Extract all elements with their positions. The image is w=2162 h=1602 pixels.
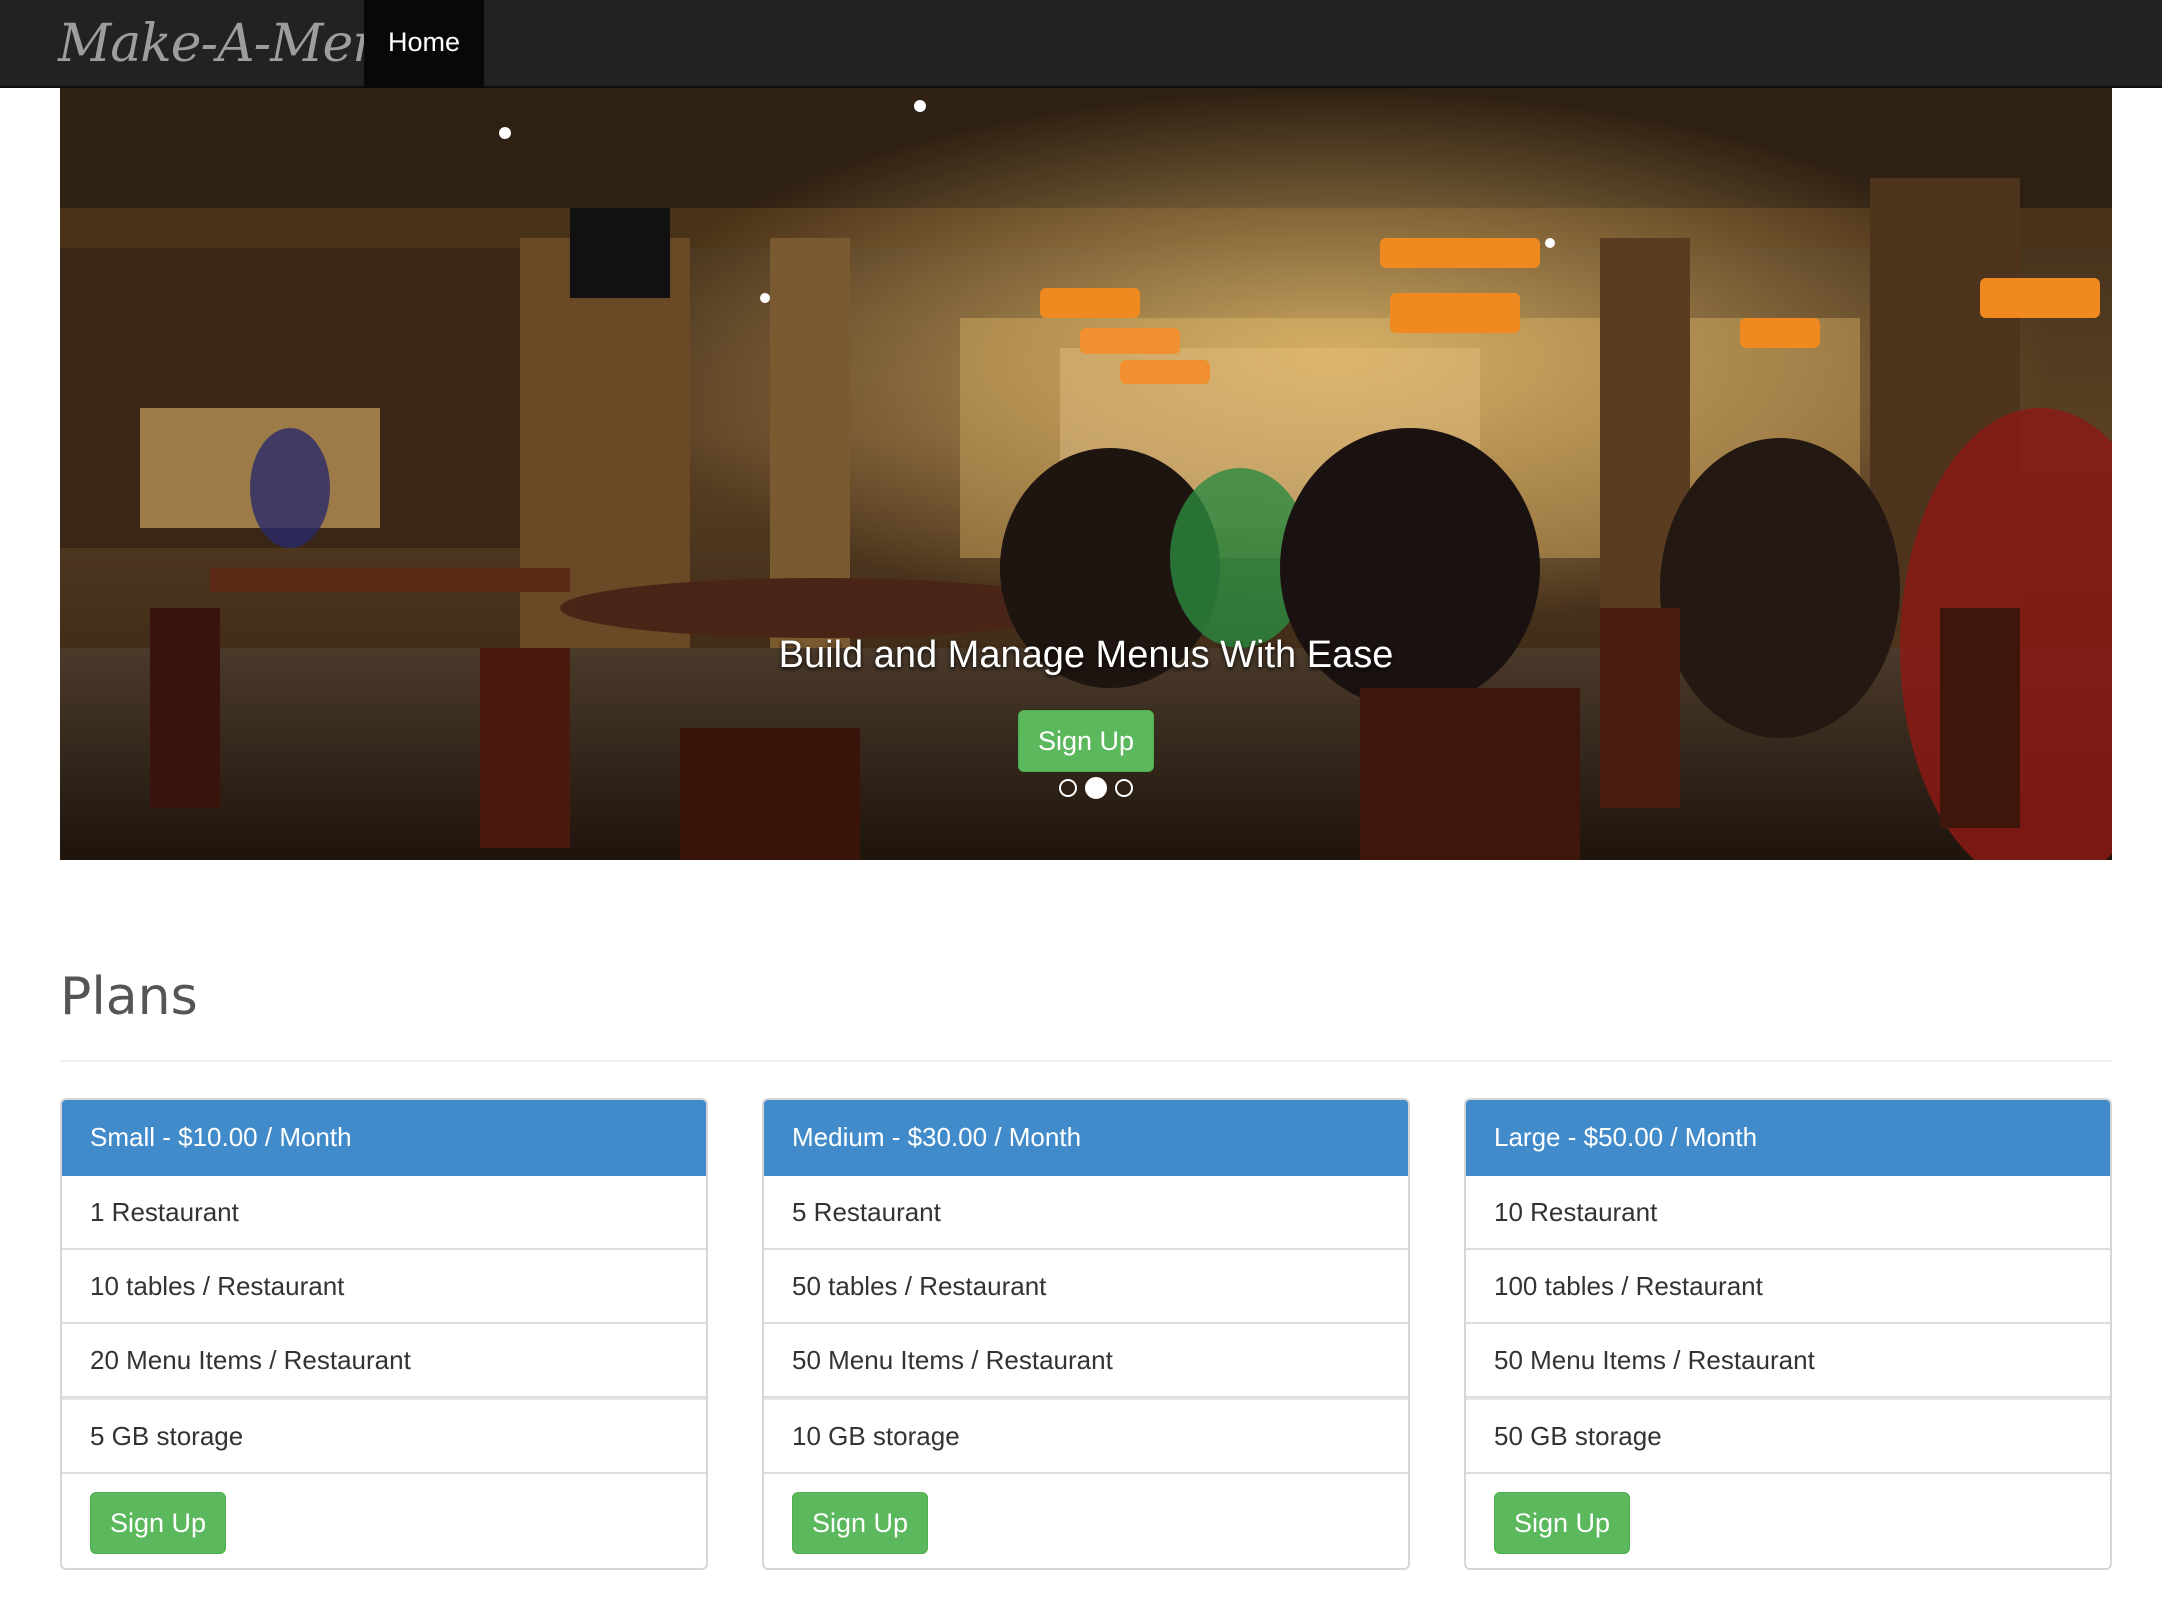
plans-divider xyxy=(60,1060,2112,1062)
brand-logo[interactable]: Make-A-Menu! xyxy=(58,6,438,82)
plan-footer: Sign Up xyxy=(1466,1474,2110,1568)
carousel-indicator-1[interactable] xyxy=(1059,779,1077,797)
plan-feature-tables: 10 tables / Restaurant xyxy=(62,1250,706,1324)
plan-panel-large: Large - $50.00 / Month 10 Restaurant 100… xyxy=(1464,1098,2112,1570)
plan-feature-storage: 10 GB storage xyxy=(764,1398,1408,1474)
plan-feature-restaurants: 10 Restaurant xyxy=(1466,1176,2110,1250)
plan-feature-restaurants: 1 Restaurant xyxy=(62,1176,706,1250)
plan-heading: Medium - $30.00 / Month xyxy=(764,1100,1408,1176)
plan-panel-small: Small - $10.00 / Month 1 Restaurant 10 t… xyxy=(60,1098,708,1570)
plan-footer: Sign Up xyxy=(764,1474,1408,1568)
plan-panel-medium: Medium - $30.00 / Month 5 Restaurant 50 … xyxy=(762,1098,1410,1570)
carousel-heading: Build and Manage Menus With Ease xyxy=(778,634,1394,676)
carousel-indicator-3[interactable] xyxy=(1115,779,1133,797)
signup-small-button[interactable]: Sign Up xyxy=(90,1492,226,1554)
plan-feature-tables: 100 tables / Restaurant xyxy=(1466,1250,2110,1324)
plan-feature-menu-items: 50 Menu Items / Restaurant xyxy=(1466,1324,2110,1398)
carousel-indicator-2[interactable] xyxy=(1085,777,1107,799)
hero-carousel[interactable]: Build and Manage Menus With Ease Sign Up xyxy=(60,88,2112,860)
plan-feature-tables: 50 tables / Restaurant xyxy=(764,1250,1408,1324)
carousel-signup-button[interactable]: Sign Up xyxy=(1018,710,1154,772)
plan-feature-storage: 5 GB storage xyxy=(62,1398,706,1474)
plan-feature-restaurants: 5 Restaurant xyxy=(764,1176,1408,1250)
plan-feature-storage: 50 GB storage xyxy=(1466,1398,2110,1474)
signup-medium-button[interactable]: Sign Up xyxy=(792,1492,928,1554)
plan-footer: Sign Up xyxy=(62,1474,706,1568)
navbar: Make-A-Menu! Home xyxy=(0,0,2162,88)
signup-large-button[interactable]: Sign Up xyxy=(1494,1492,1630,1554)
carousel-indicators xyxy=(1046,776,1146,800)
nav-home-link[interactable]: Home xyxy=(364,0,484,88)
plan-heading: Small - $10.00 / Month xyxy=(62,1100,706,1176)
plan-feature-menu-items: 20 Menu Items / Restaurant xyxy=(62,1324,706,1398)
plan-heading: Large - $50.00 / Month xyxy=(1466,1100,2110,1176)
plan-feature-menu-items: 50 Menu Items / Restaurant xyxy=(764,1324,1408,1398)
plans-title: Plans xyxy=(60,967,198,1027)
